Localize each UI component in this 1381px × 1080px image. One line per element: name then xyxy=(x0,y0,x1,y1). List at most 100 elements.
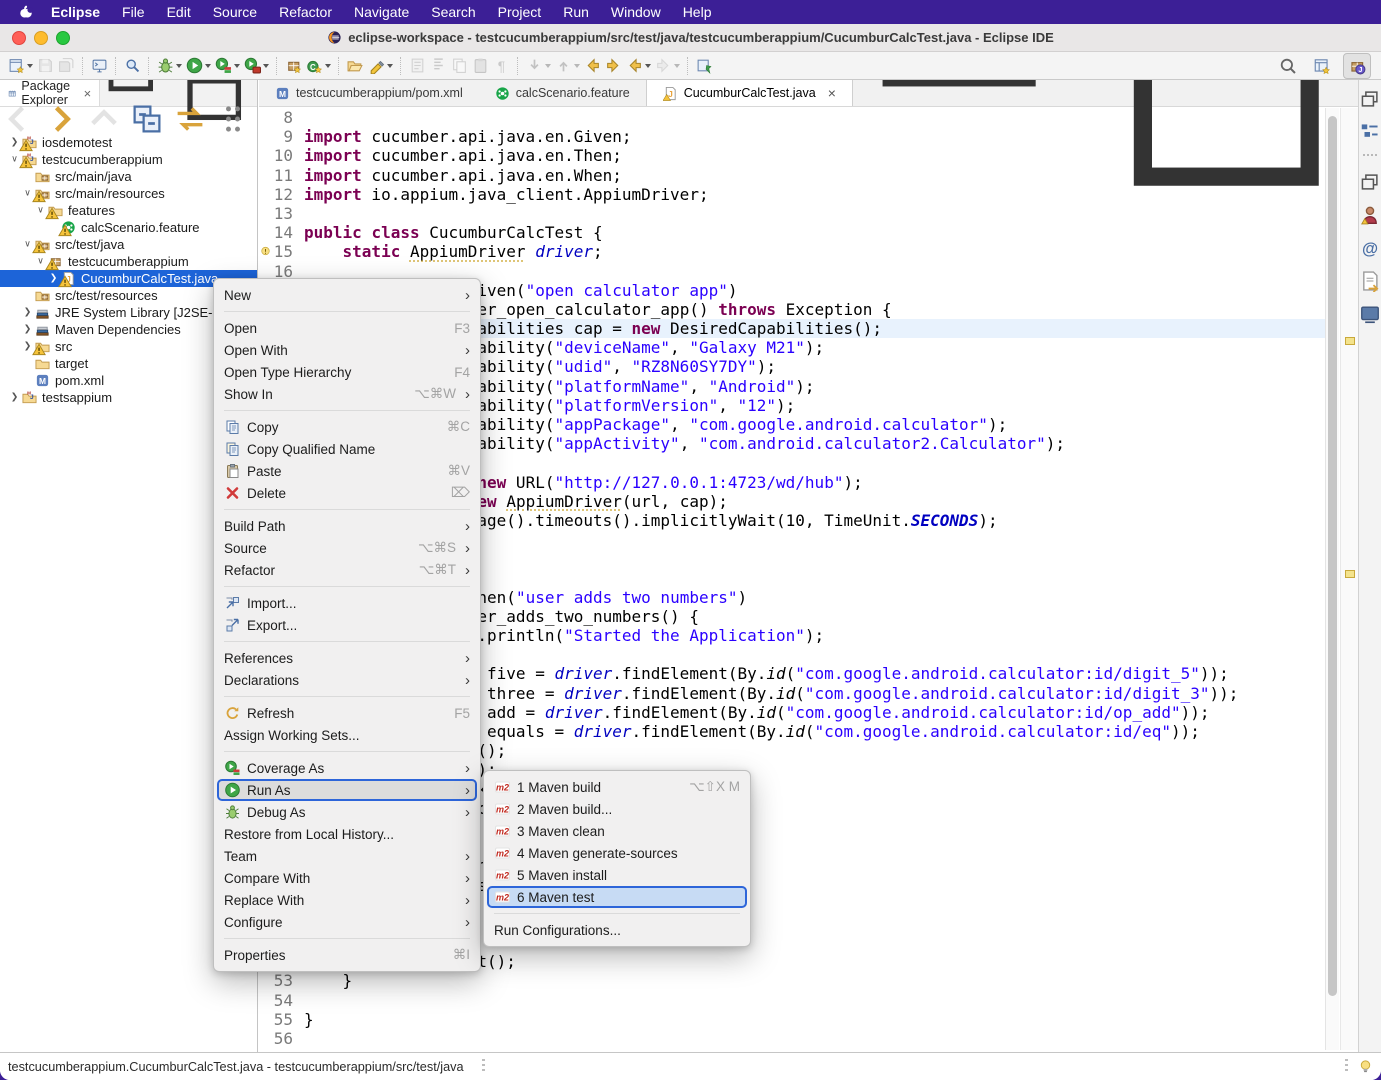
overview-warning-marker[interactable] xyxy=(1345,570,1355,578)
open-console-button[interactable] xyxy=(89,54,110,78)
tree-item-src-test-java[interactable]: ∨src/test/java xyxy=(0,236,257,253)
tree-item-testcucumberappium[interactable]: ∨JMtestcucumberappium xyxy=(0,151,257,168)
close-view-icon[interactable]: × xyxy=(84,86,92,101)
close-window-button[interactable] xyxy=(12,31,26,45)
outline-view-button[interactable] xyxy=(1359,121,1381,143)
code-line-11[interactable]: 11import cucumber.api.java.en.When; xyxy=(259,166,1325,185)
context-menu-item-coverage-as[interactable]: Coverage As› xyxy=(214,757,480,779)
javadoc-view-button[interactable]: @ xyxy=(1359,237,1381,259)
pin-editor-button[interactable] xyxy=(694,54,715,78)
dropdown-arrow-icon[interactable] xyxy=(325,64,331,68)
context-menu-item-references[interactable]: References› xyxy=(214,647,480,669)
context-menu-item-team[interactable]: Team› xyxy=(214,845,480,867)
tree-item-src-main-resources[interactable]: ∨src/main/resources xyxy=(0,185,257,202)
code-line-55[interactable]: 55} xyxy=(259,1010,1325,1029)
restore-tray-button[interactable] xyxy=(1359,171,1381,193)
open-folder-button[interactable] xyxy=(345,54,366,78)
inspect-button[interactable] xyxy=(122,54,143,78)
run-as-item-4-maven-generate-sources[interactable]: m24 Maven generate-sources xyxy=(484,842,750,864)
context-menu-item-properties[interactable]: Properties⌘I xyxy=(214,944,480,966)
profile-button[interactable] xyxy=(242,54,271,78)
run-as-item-3-maven-clean[interactable]: m23 Maven clean xyxy=(484,820,750,842)
tree-item-calcscenario-feature[interactable]: calcScenario.feature xyxy=(0,219,257,236)
editor-tab-testcucumberappium-pom-xml[interactable]: Mtestcucumberappium/pom.xml xyxy=(259,80,479,106)
apple-icon[interactable] xyxy=(18,4,34,20)
context-menu-item-import[interactable]: Import... xyxy=(214,592,480,614)
code-line-56[interactable]: 56 xyxy=(259,1029,1325,1048)
dropdown-arrow-icon[interactable] xyxy=(645,64,651,68)
menubar-item-run[interactable]: Run xyxy=(552,0,600,24)
run-as-item-6-maven-test[interactable]: m26 Maven test xyxy=(487,886,747,908)
run-as-item-run-configurations[interactable]: Run Configurations... xyxy=(484,919,750,941)
gutter-warning-icon[interactable] xyxy=(260,245,271,257)
new-wizard-button[interactable] xyxy=(6,54,35,78)
mark-occurrences-button[interactable] xyxy=(366,54,395,78)
dropdown-arrow-icon[interactable] xyxy=(176,64,182,68)
tree-chevron-collapsed-icon[interactable]: ❯ xyxy=(8,392,21,403)
context-menu-item-refresh[interactable]: RefreshF5 xyxy=(214,702,480,724)
search-button[interactable] xyxy=(1275,54,1301,78)
context-menu-item-new[interactable]: New› xyxy=(214,284,480,306)
menubar-item-file[interactable]: File xyxy=(111,0,156,24)
menubar-item-window[interactable]: Window xyxy=(600,0,672,24)
forward-edit-button[interactable] xyxy=(603,54,624,78)
code-line-54[interactable]: 54 xyxy=(259,991,1325,1010)
back-history-button[interactable] xyxy=(624,54,653,78)
menubar-item-navigate[interactable]: Navigate xyxy=(343,0,420,24)
code-line-14[interactable]: 14public class CucumburCalcTest { xyxy=(259,223,1325,242)
context-menu-item-show-in[interactable]: Show In⌥⌘W› xyxy=(214,383,480,405)
menubar-item-refactor[interactable]: Refactor xyxy=(268,0,343,24)
context-menu-item-declarations[interactable]: Declarations› xyxy=(214,669,480,691)
open-perspective-button[interactable] xyxy=(1309,54,1335,78)
dropdown-arrow-icon[interactable] xyxy=(27,64,33,68)
code-line-9[interactable]: 9import cucumber.api.java.en.Given; xyxy=(259,127,1325,146)
context-menu-item-copy[interactable]: Copy⌘C xyxy=(214,416,480,438)
context-menu-item-source[interactable]: Source⌥⌘S› xyxy=(214,537,480,559)
coverage-button[interactable] xyxy=(213,54,242,78)
new-java-project-button[interactable] xyxy=(283,54,304,78)
tree-item-iosdemotest[interactable]: ❯JMiosdemotest xyxy=(0,134,257,151)
menubar-item-eclipse[interactable]: Eclipse xyxy=(40,0,111,24)
close-tab-icon[interactable]: × xyxy=(828,85,836,101)
tree-item-testcucumberappium[interactable]: ∨testcucumberappium xyxy=(0,253,257,270)
run-as-item-1-maven-build[interactable]: m21 Maven build⌥⇧X M xyxy=(484,776,750,798)
context-menu-item-restore-from-local-history[interactable]: Restore from Local History... xyxy=(214,823,480,845)
context-menu-item-refactor[interactable]: Refactor⌥⌘T› xyxy=(214,559,480,581)
lightbulb-icon[interactable] xyxy=(1358,1059,1373,1074)
dropdown-arrow-icon[interactable] xyxy=(234,64,240,68)
menubar-item-search[interactable]: Search xyxy=(420,0,486,24)
context-menu-item-assign-working-sets[interactable]: Assign Working Sets... xyxy=(214,724,480,746)
last-edit-location-button[interactable] xyxy=(582,54,603,78)
tree-chevron-collapsed-icon[interactable]: ❯ xyxy=(21,324,34,335)
dropdown-arrow-icon[interactable] xyxy=(263,64,269,68)
dropdown-arrow-icon[interactable] xyxy=(205,64,211,68)
context-menu-item-compare-with[interactable]: Compare With› xyxy=(214,867,480,889)
console-view-button[interactable] xyxy=(1359,303,1381,325)
run-button[interactable] xyxy=(184,54,213,78)
context-menu-item-replace-with[interactable]: Replace With› xyxy=(214,889,480,911)
context-menu-item-debug-as[interactable]: Debug As› xyxy=(214,801,480,823)
code-line-13[interactable]: 13 xyxy=(259,204,1325,223)
code-line-53[interactable]: 53 } xyxy=(259,971,1325,990)
code-line-15[interactable]: 15 static AppiumDriver driver; xyxy=(259,242,1325,261)
context-menu-item-paste[interactable]: Paste⌘V xyxy=(214,460,480,482)
minimize-window-button[interactable] xyxy=(34,31,48,45)
declaration-view-button[interactable] xyxy=(1359,270,1381,292)
new-class-wizard-button[interactable]: C xyxy=(304,54,333,78)
zoom-window-button[interactable] xyxy=(56,31,70,45)
problems-view-button[interactable] xyxy=(1359,204,1381,226)
editor-scrollbar[interactable] xyxy=(1325,108,1339,1050)
code-line-12[interactable]: 12import io.appium.java_client.AppiumDri… xyxy=(259,185,1325,204)
context-menu-item-open[interactable]: OpenF3 xyxy=(214,317,480,339)
dropdown-arrow-icon[interactable] xyxy=(387,64,393,68)
debug-button[interactable] xyxy=(155,54,184,78)
menubar-item-source[interactable]: Source xyxy=(202,0,268,24)
context-menu-item-configure[interactable]: Configure› xyxy=(214,911,480,933)
overview-ruler[interactable] xyxy=(1340,108,1358,1050)
menubar-item-help[interactable]: Help xyxy=(672,0,723,24)
context-menu-item-open-with[interactable]: Open With› xyxy=(214,339,480,361)
overview-warning-marker[interactable] xyxy=(1345,337,1355,345)
context-menu-item-copy-qualified-name[interactable]: Copy Qualified Name xyxy=(214,438,480,460)
run-as-item-5-maven-install[interactable]: m25 Maven install xyxy=(484,864,750,886)
menubar-item-project[interactable]: Project xyxy=(487,0,553,24)
